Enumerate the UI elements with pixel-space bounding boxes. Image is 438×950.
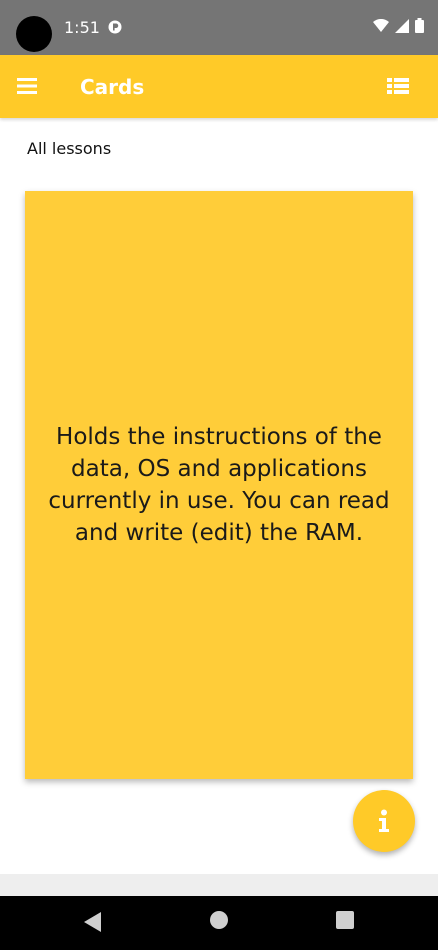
- camera-cutout: [16, 16, 52, 52]
- info-button[interactable]: [353, 790, 415, 852]
- status-bar: 1:51: [0, 0, 438, 55]
- flashcard[interactable]: Holds the instructions of the data, OS a…: [25, 191, 413, 779]
- bottom-strip: [0, 874, 438, 896]
- home-icon[interactable]: [210, 911, 228, 929]
- battery-icon: [415, 18, 424, 33]
- back-icon[interactable]: [83, 911, 103, 933]
- status-time: 1:51: [64, 18, 100, 37]
- wifi-icon: [373, 18, 389, 32]
- signal-icon: [395, 18, 409, 33]
- app-notification-icon: [108, 20, 122, 34]
- view-list-icon[interactable]: [387, 76, 409, 96]
- app-bar: Cards: [0, 55, 438, 118]
- lesson-selector[interactable]: All lessons: [27, 139, 111, 158]
- app-title: Cards: [80, 75, 145, 99]
- status-icons: [373, 18, 424, 33]
- system-nav-bar: [0, 896, 438, 950]
- flashcard-text: Holds the instructions of the data, OS a…: [48, 424, 390, 546]
- info-icon: [379, 809, 389, 832]
- menu-icon[interactable]: [17, 76, 39, 96]
- recent-apps-icon[interactable]: [336, 911, 354, 929]
